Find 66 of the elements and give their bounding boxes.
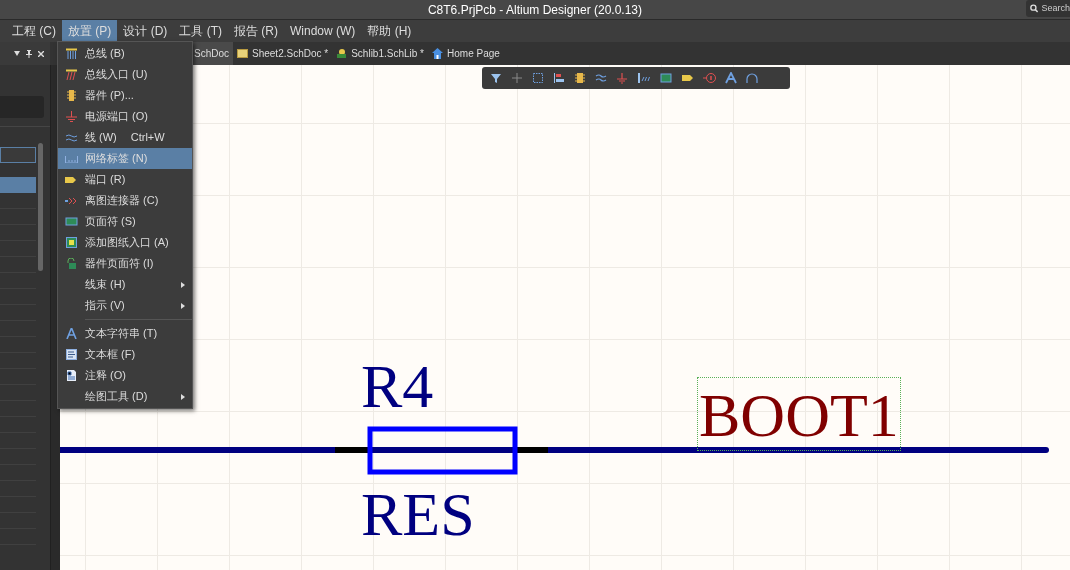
ground-icon xyxy=(66,111,77,122)
text-icon[interactable] xyxy=(725,72,737,84)
pin-icon[interactable] xyxy=(26,49,32,58)
close-icon[interactable] xyxy=(38,50,44,57)
off-sheet-connector-icon xyxy=(65,196,78,205)
net-label-icon xyxy=(65,154,78,163)
sheet-symbol-icon[interactable] xyxy=(660,72,672,84)
net-label: BOOT1 xyxy=(697,377,901,451)
menu-item[interactable]: 工具 (T) xyxy=(173,20,228,42)
menu-option[interactable]: 页面符 (S) xyxy=(58,211,192,232)
dropdown-icon[interactable] xyxy=(14,51,20,56)
home-icon xyxy=(432,48,443,59)
port-icon xyxy=(65,175,78,184)
menu-option[interactable]: 线束 (H) xyxy=(58,274,192,295)
document-tab[interactable]: Home Page xyxy=(428,42,504,65)
menu-option[interactable]: 指示 (V) xyxy=(58,295,192,316)
menu-option[interactable]: 总线入口 (U) xyxy=(58,64,192,85)
lock-icon xyxy=(66,258,77,269)
crosshair-icon[interactable] xyxy=(511,72,523,84)
search-icon xyxy=(1030,4,1039,13)
menu-item[interactable]: 设计 (D) xyxy=(117,20,174,42)
wire-icon[interactable] xyxy=(595,72,607,84)
document-icon xyxy=(237,49,248,58)
menu-option[interactable]: 线 (W) Ctrl+W xyxy=(58,127,192,148)
selection-box-icon[interactable] xyxy=(532,72,544,84)
menu-item[interactable]: Window (W) xyxy=(284,20,362,42)
bus-entry-icon xyxy=(66,69,77,80)
text-frame-icon xyxy=(66,349,77,360)
wire-icon xyxy=(66,133,77,142)
align-icon[interactable] xyxy=(553,72,565,84)
sheet-entry-icon xyxy=(66,237,77,248)
menu-option[interactable]: 端口 (R) xyxy=(58,169,192,190)
off-sheet-icon[interactable] xyxy=(703,72,716,84)
note-icon xyxy=(66,370,77,381)
bus-icon xyxy=(66,48,77,59)
menu-option[interactable]: 文本字符串 (T) xyxy=(58,323,192,344)
arc-icon[interactable] xyxy=(746,72,758,84)
designator-label: R4 xyxy=(361,355,434,417)
search-field[interactable]: Search xyxy=(1026,0,1070,17)
menu-option[interactable]: 电源端口 (O) xyxy=(58,106,192,127)
sheet-symbol-icon xyxy=(65,217,78,226)
menu-option[interactable]: 添加图纸入口 (A) xyxy=(58,232,192,253)
text-icon xyxy=(66,328,77,339)
menu-option[interactable]: 注释 (O) xyxy=(58,365,192,386)
filter-icon[interactable] xyxy=(490,72,502,84)
menu-option[interactable]: 器件 (P)... xyxy=(58,85,192,106)
comment-label: RES xyxy=(361,483,475,545)
document-tab[interactable]: SchDoc xyxy=(190,42,233,65)
menu-option[interactable]: 离图连接器 (C) xyxy=(58,190,192,211)
menu-item[interactable]: 报告 (R) xyxy=(228,20,284,42)
net-label-icon[interactable] xyxy=(637,72,651,84)
menu-item[interactable]: 帮助 (H) xyxy=(361,20,418,42)
menu-option[interactable]: 器件页面符 (I) xyxy=(58,253,192,274)
menu-option[interactable]: 文本框 (F) xyxy=(58,344,192,365)
component-icon[interactable] xyxy=(574,72,586,84)
menu-option[interactable]: 总线 (B) xyxy=(58,43,192,64)
port-icon[interactable] xyxy=(681,72,694,84)
component-icon xyxy=(66,90,77,101)
menu-option[interactable]: 绘图工具 (D) xyxy=(58,386,192,407)
document-tab[interactable]: Sheet2.SchDoc * xyxy=(233,42,333,65)
tree-filter-field[interactable] xyxy=(0,147,36,163)
window-title: C8T6.PrjPcb - Altium Designer (20.0.13) xyxy=(427,3,643,16)
library-icon xyxy=(336,48,348,59)
scrollbar-thumb[interactable] xyxy=(38,143,43,271)
menu-item[interactable]: 工程 (C) xyxy=(6,20,62,42)
document-tab[interactable]: Schlib1.SchLib * xyxy=(332,42,428,65)
